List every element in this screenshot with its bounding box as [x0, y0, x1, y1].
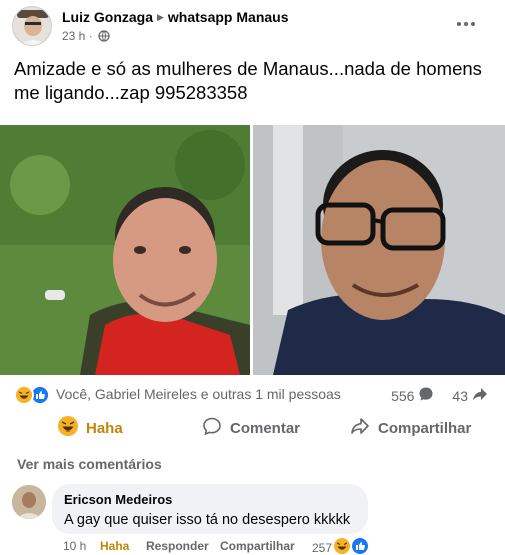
comment-label: Comentar	[230, 419, 301, 437]
haha-icon	[14, 385, 34, 405]
commenter-name[interactable]: Ericson Medeiros	[64, 492, 356, 507]
commenter-avatar[interactable]	[12, 485, 46, 519]
caret-right-icon: ▶	[157, 12, 164, 22]
share-label: Compartilhar	[378, 419, 472, 437]
engagement-counts: 556 43	[391, 386, 488, 405]
reactions-summary: Você, Gabriel Meireles e outras 1 mil pe…	[14, 384, 494, 406]
photo-2[interactable]	[253, 125, 505, 375]
author-line: Luiz Gonzaga ▶ whatsapp Manaus	[62, 9, 289, 25]
haha-reaction-button[interactable]: Haha	[58, 410, 123, 446]
share-count-icon	[472, 386, 488, 405]
reaction-icons[interactable]	[14, 385, 52, 405]
author-avatar[interactable]	[12, 6, 52, 46]
post-action-bar: Haha Comentar Compartilhar	[14, 410, 494, 446]
more-options-button[interactable]	[452, 12, 480, 36]
more-icon	[457, 22, 461, 26]
like-icon	[352, 538, 369, 555]
post-meta: 23 h ·	[62, 29, 110, 45]
comment-button[interactable]: Comentar	[202, 410, 300, 446]
comment-icon	[202, 416, 222, 440]
comment-haha-button[interactable]: Haha	[100, 539, 129, 553]
share-icon	[350, 416, 370, 440]
facebook-post: Luiz Gonzaga ▶ whatsapp Manaus 23 h · Amiz…	[0, 0, 505, 555]
comment-reaction-number: 257	[312, 540, 333, 555]
group-name[interactable]: whatsapp Manaus	[168, 9, 289, 25]
photo-1[interactable]	[0, 125, 250, 375]
haha-icon	[334, 538, 351, 555]
reactions-summary-text[interactable]: Você, Gabriel Meireles e outras 1 mil pe…	[56, 386, 341, 402]
see-more-comments-link[interactable]: Ver mais comentários	[17, 456, 162, 472]
post-header: Luiz Gonzaga ▶ whatsapp Manaus 23 h ·	[12, 6, 502, 48]
comment-reaction-count[interactable]: 257	[312, 538, 369, 555]
comment-count-icon	[418, 386, 434, 405]
comment-bubble: Ericson Medeiros A gay que quiser isso t…	[52, 484, 368, 534]
post-time[interactable]: 23 h ·	[62, 29, 93, 43]
haha-label: Haha	[86, 419, 123, 437]
comment-time[interactable]: 10 h	[63, 539, 86, 553]
comment-reply-button[interactable]: Responder	[146, 539, 209, 553]
author-name[interactable]: Luiz Gonzaga	[62, 9, 153, 25]
haha-icon	[58, 416, 78, 440]
comment-share-button[interactable]: Compartilhar	[220, 539, 295, 553]
post-photos	[0, 125, 505, 375]
shares-count[interactable]: 43	[452, 388, 468, 404]
comment-text: A gay que quiser isso tá no desespero kk…	[64, 512, 351, 528]
post-text: Amizade e só as mulheres de Manaus...nad…	[14, 58, 482, 103]
comments-count[interactable]: 556	[391, 388, 414, 404]
globe-icon	[98, 30, 110, 45]
share-button[interactable]: Compartilhar	[350, 410, 471, 446]
